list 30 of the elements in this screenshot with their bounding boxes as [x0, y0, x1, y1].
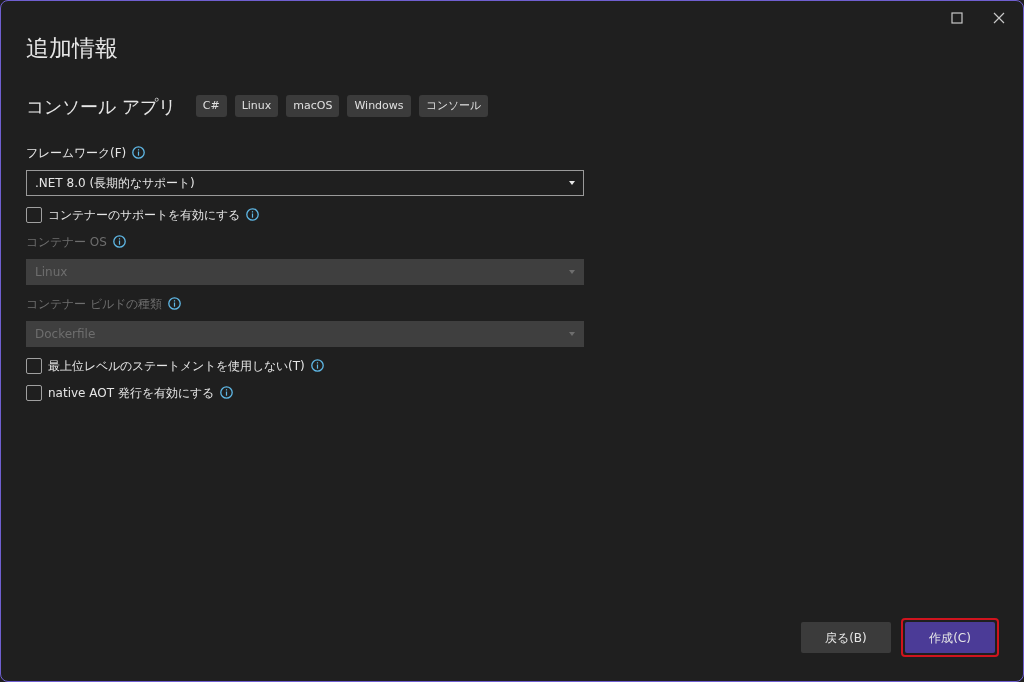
field-label: コンテナー OS [26, 233, 107, 251]
caret-icon [569, 269, 575, 274]
tag: Windows [347, 94, 411, 118]
info-icon[interactable] [310, 359, 324, 373]
caret-icon [569, 331, 575, 336]
info-icon[interactable] [219, 386, 233, 400]
checkbox[interactable] [26, 357, 42, 374]
back-button[interactable]: 戻る(B) [801, 622, 891, 653]
info-icon[interactable] [132, 146, 146, 160]
maximize-icon [951, 12, 963, 24]
tag: C# [195, 94, 227, 118]
info-icon[interactable] [112, 235, 126, 249]
info-icon[interactable] [167, 297, 181, 311]
dialog-title: 追加情報 [26, 35, 119, 63]
create-button[interactable]: 作成(C) [905, 622, 995, 653]
tag: コンソール [418, 94, 488, 118]
project-name: コンソール アプリ [26, 94, 176, 119]
close-icon [993, 12, 1005, 24]
field-label: フレームワーク(F) [26, 144, 127, 162]
info-icon[interactable] [246, 208, 259, 222]
checkbox-label[interactable]: コンテナーのサポートを有効にする [48, 205, 240, 224]
tag: Linux [234, 94, 279, 118]
checkbox-label[interactable]: 最上位レベルのステートメントを使用しない(T) [48, 356, 305, 375]
field-label: コンテナー ビルドの種類 [26, 295, 162, 313]
checkbox-label[interactable]: native AOT 発行を有効にする [48, 383, 214, 402]
checkbox[interactable] [26, 206, 42, 223]
caret-icon [569, 180, 575, 185]
tag: macOS [286, 94, 340, 118]
dropdown[interactable]: .NET 8.0 (長期的なサポート) [26, 169, 584, 196]
checkbox[interactable] [26, 384, 42, 401]
